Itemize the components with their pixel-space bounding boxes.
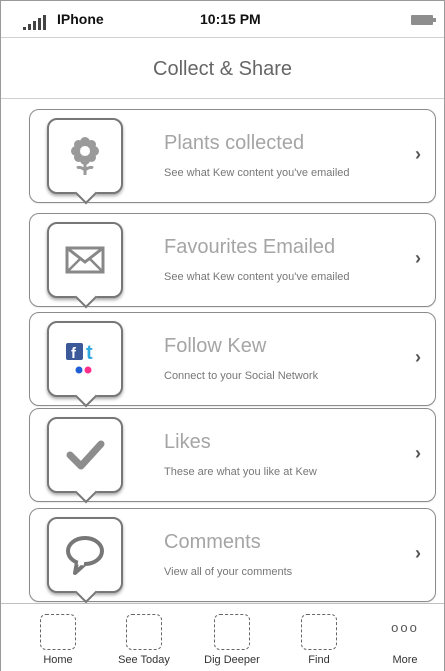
menu-item-label: Follow Kew: [164, 335, 267, 357]
tab-label: Find: [308, 654, 330, 666]
tab-more[interactable]: ooo More: [370, 610, 440, 668]
envelope-icon: [47, 222, 123, 298]
menu-item-subtitle: See what Kew content you've emailed: [164, 167, 350, 179]
tab-label: Home: [43, 654, 73, 666]
see-today-tab-icon: [126, 614, 162, 650]
carrier-name: IPhone: [57, 11, 104, 27]
tab-find[interactable]: Find: [284, 610, 354, 668]
speech-bubble-icon: [47, 517, 123, 593]
tab-label: Dig Deeper: [204, 654, 260, 666]
menu-item-subtitle: These are what you like at Kew: [164, 466, 317, 478]
dig-deeper-tab-icon: [214, 614, 250, 650]
svg-text:t: t: [86, 342, 93, 364]
battery-icon: [411, 15, 436, 25]
menu-item-favourites-emailed[interactable]: Favourites Emailed See what Kew content …: [29, 213, 436, 307]
navigation-bar: Collect & Share: [1, 38, 444, 99]
tab-label: More: [392, 654, 418, 666]
home-tab-icon: [40, 614, 76, 650]
menu-item-subtitle: View all of your comments: [164, 566, 293, 578]
chevron-right-icon: ›: [415, 347, 421, 367]
flower-icon: [47, 118, 123, 194]
signal-icon: [23, 14, 53, 30]
menu-item-label: Comments: [164, 531, 261, 553]
chevron-right-icon: ›: [415, 144, 421, 164]
status-bar: IPhone 10:15 PM: [1, 1, 444, 38]
menu-item-comments[interactable]: Comments View all of your comments ›: [29, 508, 436, 602]
menu-item-label: Likes: [164, 431, 211, 453]
chevron-right-icon: ›: [415, 248, 421, 268]
menu-item-subtitle: Connect to your Social Network: [164, 370, 319, 382]
tab-bar: Home See Today Dig Deeper Find ooo More: [1, 603, 444, 671]
page-title: Collect & Share: [153, 58, 292, 80]
phone-screen: IPhone 10:15 PM Collect & Share Plants c…: [0, 0, 445, 671]
tab-home[interactable]: Home: [23, 610, 93, 668]
menu-item-plants-collected[interactable]: Plants collected See what Kew content yo…: [29, 109, 436, 203]
menu-item-follow-kew[interactable]: f t Follow Kew Connect to your Social Ne…: [29, 312, 436, 406]
find-tab-icon: [301, 614, 337, 650]
checkmark-icon: [47, 417, 123, 493]
social-network-icon: f t: [47, 321, 123, 397]
more-icon: ooo: [391, 620, 419, 635]
status-time: 10:15 PM: [200, 11, 261, 27]
chevron-right-icon: ›: [415, 443, 421, 463]
chevron-right-icon: ›: [415, 543, 421, 563]
menu-item-label: Favourites Emailed: [164, 236, 336, 258]
menu-item-subtitle: See what Kew content you've emailed: [164, 271, 350, 283]
tab-dig-deeper[interactable]: Dig Deeper: [197, 610, 267, 668]
tab-label: See Today: [118, 654, 170, 666]
menu-item-likes[interactable]: Likes These are what you like at Kew ›: [29, 408, 436, 502]
menu-item-label: Plants collected: [164, 132, 305, 154]
tab-see-today[interactable]: See Today: [109, 610, 179, 668]
